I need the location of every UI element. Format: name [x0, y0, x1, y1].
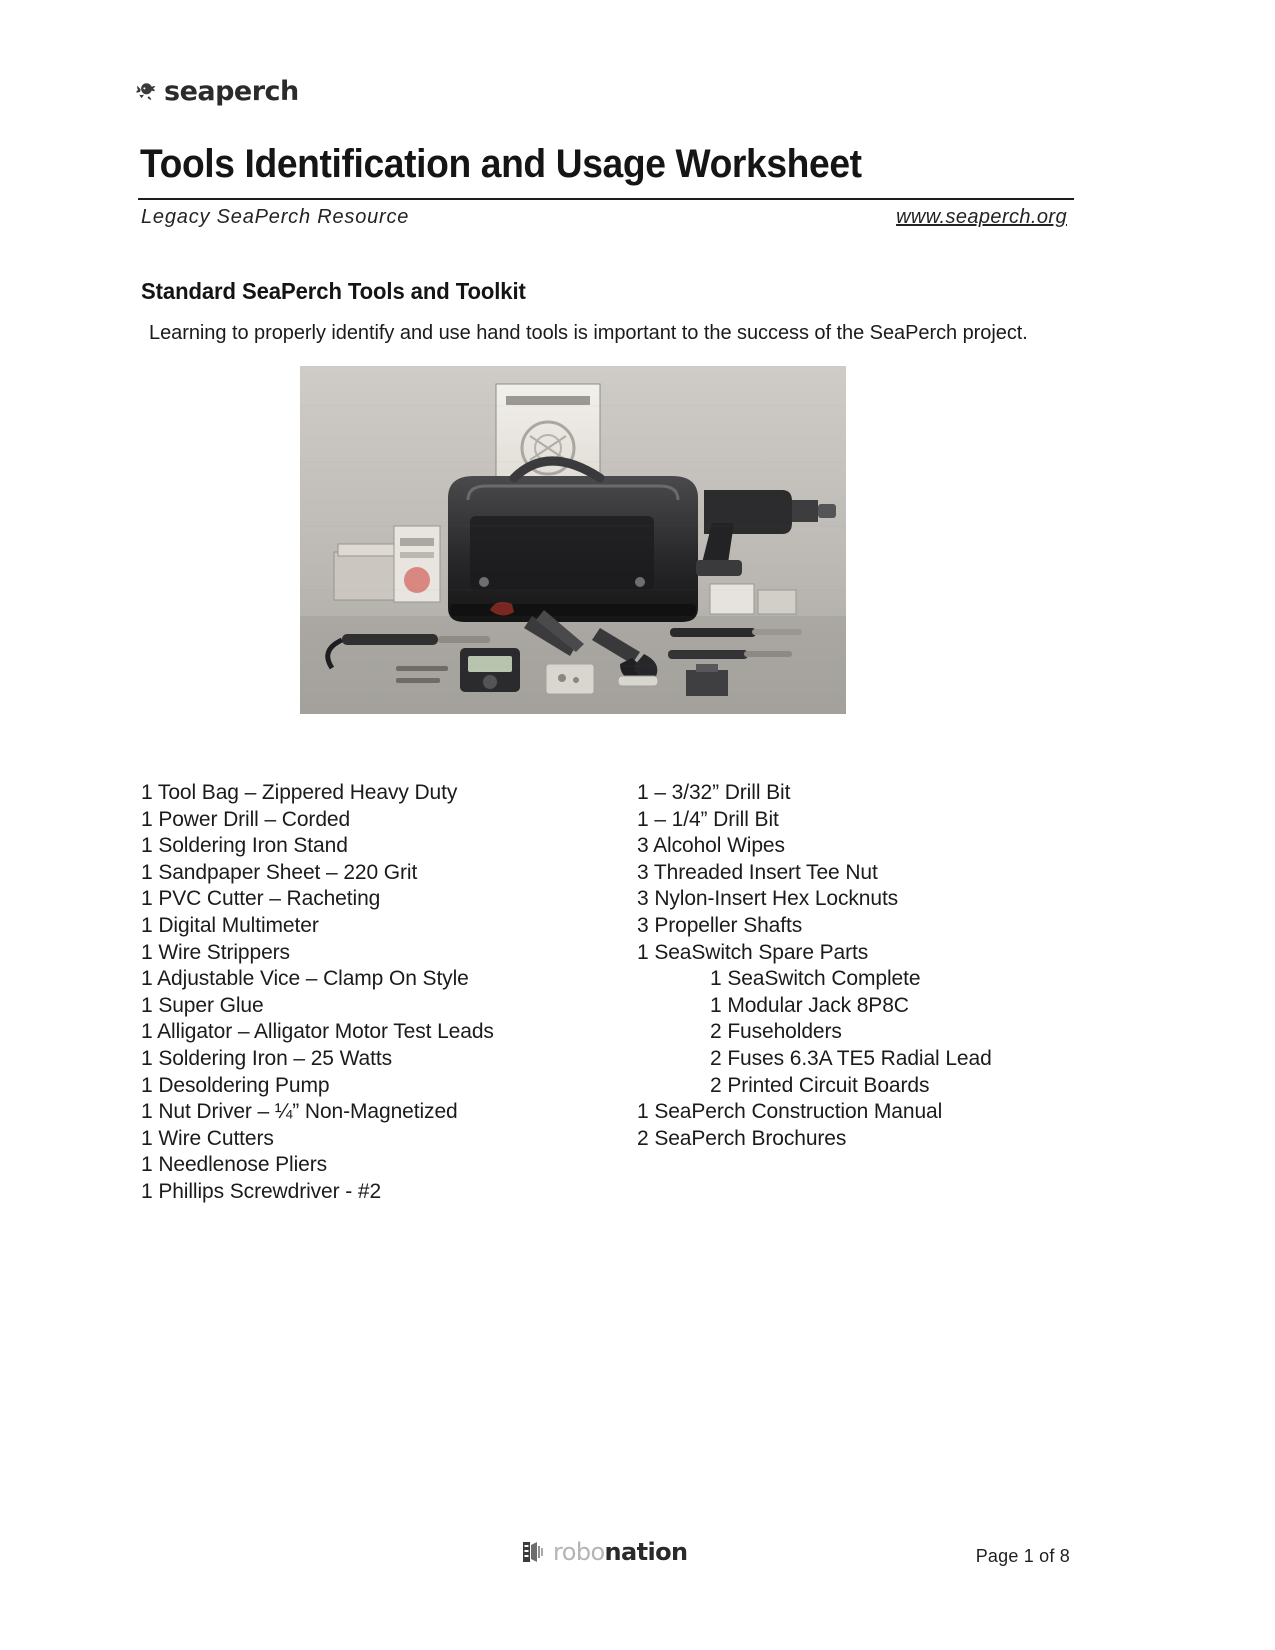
- title-divider: [138, 198, 1074, 200]
- list-item: 1 Tool Bag – Zippered Heavy Duty: [141, 781, 458, 804]
- list-item: 1 Needlenose Pliers: [141, 1153, 328, 1177]
- list-item: 2 Fuses 6.3A TE5 Radial Lead: [710, 1046, 992, 1070]
- list-item: 1 Digital Multimeter: [141, 913, 319, 937]
- list-item: 1 Desoldering Pump: [141, 1073, 330, 1097]
- list-item: 1 SeaPerch Construction Manual: [637, 1100, 943, 1124]
- list-item: 1 Wire Strippers: [141, 940, 290, 964]
- list-item: 1 Modular Jack 8P8C: [710, 993, 909, 1017]
- robonation-logo-icon: [523, 1542, 543, 1562]
- website-link[interactable]: www.seaperch.org: [896, 206, 1067, 229]
- list-item: 1 PVC Cutter – Racheting: [141, 887, 381, 911]
- section-heading: Standard SeaPerch Tools and Toolkit: [141, 278, 526, 304]
- list-item: 3 Nylon-Insert Hex Locknuts: [637, 887, 899, 911]
- list-item: 2 SeaPerch Brochures: [637, 1126, 847, 1150]
- list-item: 3 Propeller Shafts: [637, 913, 803, 937]
- seaperch-logo: seaperch: [136, 78, 299, 105]
- list-item: 1 SeaSwitch Complete: [710, 967, 921, 991]
- list-item: 1 – 3/32” Drill Bit: [637, 781, 791, 804]
- robonation-wordmark-bold: nation: [604, 1538, 689, 1566]
- toolkit-list-right: 1 – 3/32” Drill Bit 1 – 1/4” Drill Bit 3…: [637, 780, 992, 1152]
- list-item: 2 Printed Circuit Boards: [710, 1073, 930, 1097]
- list-item: 1 Soldering Iron Stand: [141, 834, 348, 858]
- robonation-wordmark: robonation: [553, 1540, 688, 1564]
- seaperch-fish-icon: [136, 82, 156, 100]
- page-title: Tools Identification and Usage Worksheet: [140, 142, 862, 186]
- list-item: 1 – 1/4” Drill Bit: [637, 807, 779, 831]
- seaperch-wordmark: seaperch: [164, 76, 299, 107]
- document-page: seaperch Tools Identification and Usage …: [0, 0, 1275, 1650]
- list-item: 2 Fuseholders: [710, 1020, 842, 1044]
- list-item: 3 Threaded Insert Tee Nut: [637, 860, 878, 884]
- toolkit-list-left: 1 Tool Bag – Zippered Heavy Duty 1 Power…: [141, 780, 494, 1206]
- list-item: 1 Alligator – Alligator Motor Test Leads: [141, 1020, 494, 1044]
- list-item: 1 Phillips Screwdriver - #2: [141, 1179, 382, 1203]
- robonation-logo: robonation: [520, 1540, 688, 1564]
- document-subtitle: Legacy SeaPerch Resource: [141, 206, 410, 228]
- list-item: 1 Power Drill – Corded: [141, 807, 351, 831]
- list-item: 3 Alcohol Wipes: [637, 834, 785, 858]
- list-item: 1 Nut Driver – ¼” Non-Magnetized: [141, 1100, 458, 1124]
- robonation-wordmark-light: robo: [553, 1538, 605, 1566]
- toolkit-photo-image: [300, 366, 846, 714]
- list-item: 1 Adjustable Vice – Clamp On Style: [141, 967, 469, 991]
- list-item: 1 Super Glue: [141, 993, 264, 1017]
- list-item: 1 Soldering Iron – 25 Watts: [141, 1046, 392, 1070]
- toolkit-photo: [300, 366, 846, 714]
- list-item: 1 Sandpaper Sheet – 220 Grit: [141, 860, 418, 884]
- list-item: 1 Wire Cutters: [141, 1126, 274, 1150]
- section-intro-text: Learning to properly identify and use ha…: [149, 322, 1028, 344]
- page-number: Page 1 of 8: [975, 1546, 1070, 1566]
- list-item: 1 SeaSwitch Spare Parts: [637, 940, 869, 964]
